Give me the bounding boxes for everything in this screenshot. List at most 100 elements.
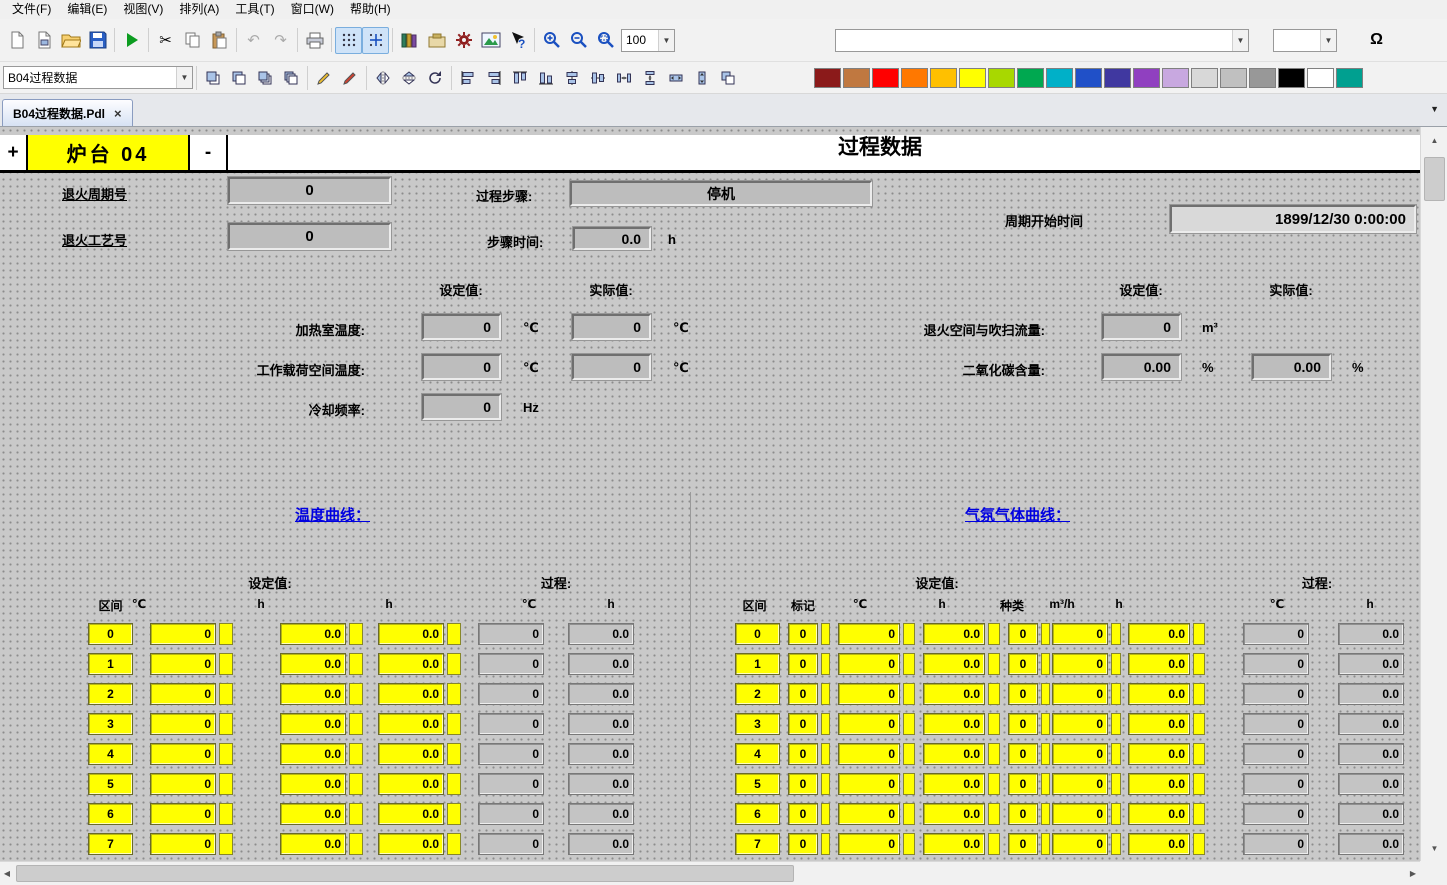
color-swatch-3[interactable] bbox=[901, 68, 928, 88]
setpoint-field[interactable]: 0 bbox=[788, 743, 818, 765]
chevron-down-icon[interactable]: ▼ bbox=[1320, 30, 1336, 51]
menu-edit[interactable]: 编辑(E) bbox=[59, 0, 115, 19]
line-style-button[interactable] bbox=[311, 66, 337, 90]
menu-tools[interactable]: 工具(T) bbox=[227, 0, 282, 19]
setpoint-field[interactable]: 0 bbox=[838, 773, 900, 795]
undo-button[interactable]: ↶ bbox=[240, 27, 267, 54]
setpoint-field[interactable]: 0 bbox=[1052, 833, 1108, 855]
setpoint-field[interactable]: 0.0 bbox=[923, 773, 985, 795]
horizontal-scrollbar[interactable]: ◀ ▶ bbox=[0, 861, 1420, 885]
color-swatch-5[interactable] bbox=[959, 68, 986, 88]
font-name-combo[interactable]: ▼ bbox=[835, 29, 1249, 52]
color-swatch-16[interactable] bbox=[1278, 68, 1305, 88]
color-swatch-13[interactable] bbox=[1191, 68, 1218, 88]
send-backward-button[interactable] bbox=[278, 66, 304, 90]
setpoint-field[interactable]: 0 bbox=[838, 803, 900, 825]
distribute-vertical-button[interactable] bbox=[637, 66, 663, 90]
setpoint-field[interactable]: 0 bbox=[788, 653, 818, 675]
color-swatch-12[interactable] bbox=[1162, 68, 1189, 88]
align-top-button[interactable] bbox=[507, 66, 533, 90]
chevron-down-icon[interactable]: ▼ bbox=[1232, 30, 1248, 51]
setpoint-field[interactable]: 0.0 bbox=[923, 743, 985, 765]
zoom-area-button[interactable] bbox=[592, 27, 619, 54]
same-height-button[interactable] bbox=[689, 66, 715, 90]
setpoint-field[interactable]: 0.0 bbox=[1128, 803, 1190, 825]
color-swatch-2[interactable] bbox=[872, 68, 899, 88]
scroll-down-button[interactable]: ▼ bbox=[1421, 835, 1447, 861]
fill-style-button[interactable] bbox=[337, 66, 363, 90]
setpoint-field[interactable]: 0.0 bbox=[923, 833, 985, 855]
color-swatch-1[interactable] bbox=[843, 68, 870, 88]
align-bottom-button[interactable] bbox=[533, 66, 559, 90]
color-swatch-4[interactable] bbox=[930, 68, 957, 88]
same-size-button[interactable] bbox=[715, 66, 741, 90]
setpoint-field[interactable]: 0 bbox=[1008, 623, 1038, 645]
zoom-out-button[interactable] bbox=[565, 27, 592, 54]
setpoint-field[interactable]: 0 bbox=[1052, 773, 1108, 795]
cut-button[interactable]: ✂ bbox=[152, 27, 179, 54]
mirror-vertical-button[interactable] bbox=[396, 66, 422, 90]
setpoint-field[interactable]: 0.0 bbox=[1128, 833, 1190, 855]
setpoint-field[interactable]: 0 bbox=[1052, 803, 1108, 825]
menu-file[interactable]: 文件(F) bbox=[4, 0, 59, 19]
bring-to-front-button[interactable] bbox=[200, 66, 226, 90]
setpoint-field[interactable]: 0 bbox=[1008, 743, 1038, 765]
setpoint-field[interactable]: 0 bbox=[1008, 653, 1038, 675]
zoom-in-button[interactable] bbox=[538, 27, 565, 54]
setpoint-field[interactable]: 0 bbox=[788, 683, 818, 705]
setpoint-field[interactable]: 0 bbox=[788, 833, 818, 855]
copy-button[interactable] bbox=[179, 27, 206, 54]
setpoint-field[interactable]: 0 bbox=[788, 803, 818, 825]
setpoint-field[interactable]: 0 bbox=[1008, 803, 1038, 825]
scroll-right-button[interactable]: ▶ bbox=[1406, 862, 1420, 885]
font-size-combo[interactable]: ▼ bbox=[1273, 29, 1337, 52]
paste-button[interactable] bbox=[206, 27, 233, 54]
setpoint-field[interactable]: 0 bbox=[1052, 653, 1108, 675]
graphics-button[interactable] bbox=[477, 27, 504, 54]
setpoint-field[interactable]: 0 bbox=[1008, 833, 1038, 855]
setpoint-field[interactable]: 0.0 bbox=[923, 683, 985, 705]
save-button[interactable] bbox=[84, 27, 111, 54]
color-swatch-0[interactable] bbox=[814, 68, 841, 88]
chevron-down-icon[interactable]: ▼ bbox=[176, 67, 192, 88]
setpoint-field[interactable]: 0.0 bbox=[1128, 683, 1190, 705]
color-swatch-7[interactable] bbox=[1017, 68, 1044, 88]
bring-forward-button[interactable] bbox=[252, 66, 278, 90]
library-button[interactable] bbox=[396, 27, 423, 54]
special-character-button[interactable]: Ω bbox=[1363, 27, 1390, 54]
design-canvas[interactable]: + 炉台 04 - 过程数据 退火周期号 0 退火工艺号 0 过程步骤: 停机 … bbox=[0, 127, 1420, 861]
setpoint-field[interactable]: 0.0 bbox=[1128, 713, 1190, 735]
rotate-button[interactable] bbox=[422, 66, 448, 90]
setpoint-field[interactable]: 0 bbox=[838, 743, 900, 765]
run-button[interactable] bbox=[118, 27, 145, 54]
tab-list-dropdown-icon[interactable]: ▼ bbox=[1430, 104, 1439, 114]
same-width-button[interactable] bbox=[663, 66, 689, 90]
setpoint-field[interactable]: 0.0 bbox=[923, 623, 985, 645]
send-to-back-button[interactable] bbox=[226, 66, 252, 90]
vertical-scrollbar[interactable]: ▲ ▼ bbox=[1420, 127, 1447, 861]
setpoint-field[interactable]: 0.0 bbox=[923, 713, 985, 735]
new-from-template-button[interactable] bbox=[30, 27, 57, 54]
color-swatch-11[interactable] bbox=[1133, 68, 1160, 88]
redo-button[interactable]: ↷ bbox=[267, 27, 294, 54]
new-button[interactable] bbox=[3, 27, 30, 54]
scroll-up-button[interactable]: ▲ bbox=[1421, 127, 1447, 153]
setpoint-field[interactable]: 0 bbox=[838, 653, 900, 675]
align-left-button[interactable] bbox=[455, 66, 481, 90]
setpoint-field[interactable]: 0 bbox=[788, 713, 818, 735]
setpoint-field[interactable]: 0 bbox=[838, 623, 900, 645]
chevron-down-icon[interactable]: ▼ bbox=[658, 30, 674, 51]
snap-toggle-button[interactable] bbox=[362, 27, 389, 54]
distribute-horizontal-button[interactable] bbox=[611, 66, 637, 90]
zoom-level-combo[interactable]: 100▼ bbox=[621, 29, 675, 52]
setpoint-field[interactable]: 0.0 bbox=[1128, 773, 1190, 795]
setpoint-field[interactable]: 0 bbox=[1008, 773, 1038, 795]
setpoint-field[interactable]: 0 bbox=[788, 623, 818, 645]
color-swatch-18[interactable] bbox=[1336, 68, 1363, 88]
setpoint-field[interactable]: 0.0 bbox=[1128, 623, 1190, 645]
color-swatch-17[interactable] bbox=[1307, 68, 1334, 88]
align-right-button[interactable] bbox=[481, 66, 507, 90]
setpoint-field[interactable]: 0 bbox=[838, 683, 900, 705]
horizontal-scroll-thumb[interactable] bbox=[16, 865, 794, 882]
menu-window[interactable]: 窗口(W) bbox=[283, 0, 342, 19]
